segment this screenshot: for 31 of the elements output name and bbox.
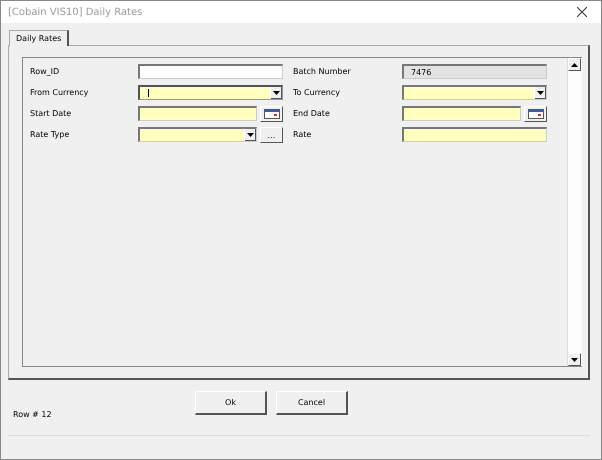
- date-field[interactable]: [402, 106, 522, 121]
- field-label: Rate: [292, 130, 312, 139]
- field-value: 7476: [411, 68, 432, 76]
- dialog-button[interactable]: Cancel: [276, 390, 348, 414]
- field-label: Row_ID: [30, 67, 60, 76]
- close-icon[interactable]: [577, 7, 587, 17]
- calendar-icon: [528, 108, 544, 118]
- lookup-button[interactable]: ...: [260, 126, 283, 142]
- window-title: [Cobain VIS10] Daily Rates: [8, 6, 142, 18]
- field-label: Start Date: [30, 109, 72, 118]
- field-label: To Currency: [292, 88, 342, 97]
- scrollbar[interactable]: [567, 58, 582, 366]
- calendar-button[interactable]: [524, 106, 547, 122]
- field-label: Batch Number: [292, 67, 352, 76]
- field-label: End Date: [292, 109, 331, 118]
- field-label: Rate Type: [30, 130, 70, 139]
- input-field[interactable]: [402, 127, 547, 142]
- dropdown-field[interactable]: [138, 85, 283, 100]
- row-indicator: Row # 12: [13, 410, 52, 419]
- dropdown-field[interactable]: [402, 85, 547, 100]
- tab[interactable]: Daily Rates: [9, 30, 70, 46]
- field-label: From Currency: [30, 88, 90, 97]
- input-field[interactable]: 7476: [402, 64, 547, 79]
- date-field[interactable]: [138, 106, 258, 121]
- dialog-button[interactable]: Ok: [195, 390, 267, 414]
- calendar-button[interactable]: [260, 106, 283, 122]
- calendar-icon: [264, 108, 280, 118]
- dropdown-field[interactable]: [138, 127, 257, 142]
- scroll-down-icon[interactable]: [568, 353, 581, 366]
- input-field[interactable]: [138, 64, 283, 79]
- scroll-up-icon[interactable]: [568, 58, 581, 71]
